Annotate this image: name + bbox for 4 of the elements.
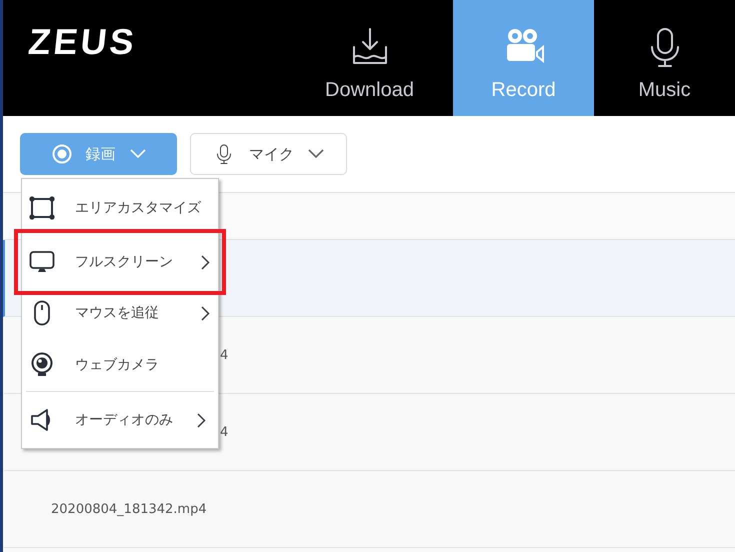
file-name: 4	[220, 424, 228, 440]
logo: ZEUS	[26, 20, 140, 64]
file-name: 20200804_181342.mp4	[51, 502, 207, 516]
file-name: 4	[220, 348, 228, 362]
